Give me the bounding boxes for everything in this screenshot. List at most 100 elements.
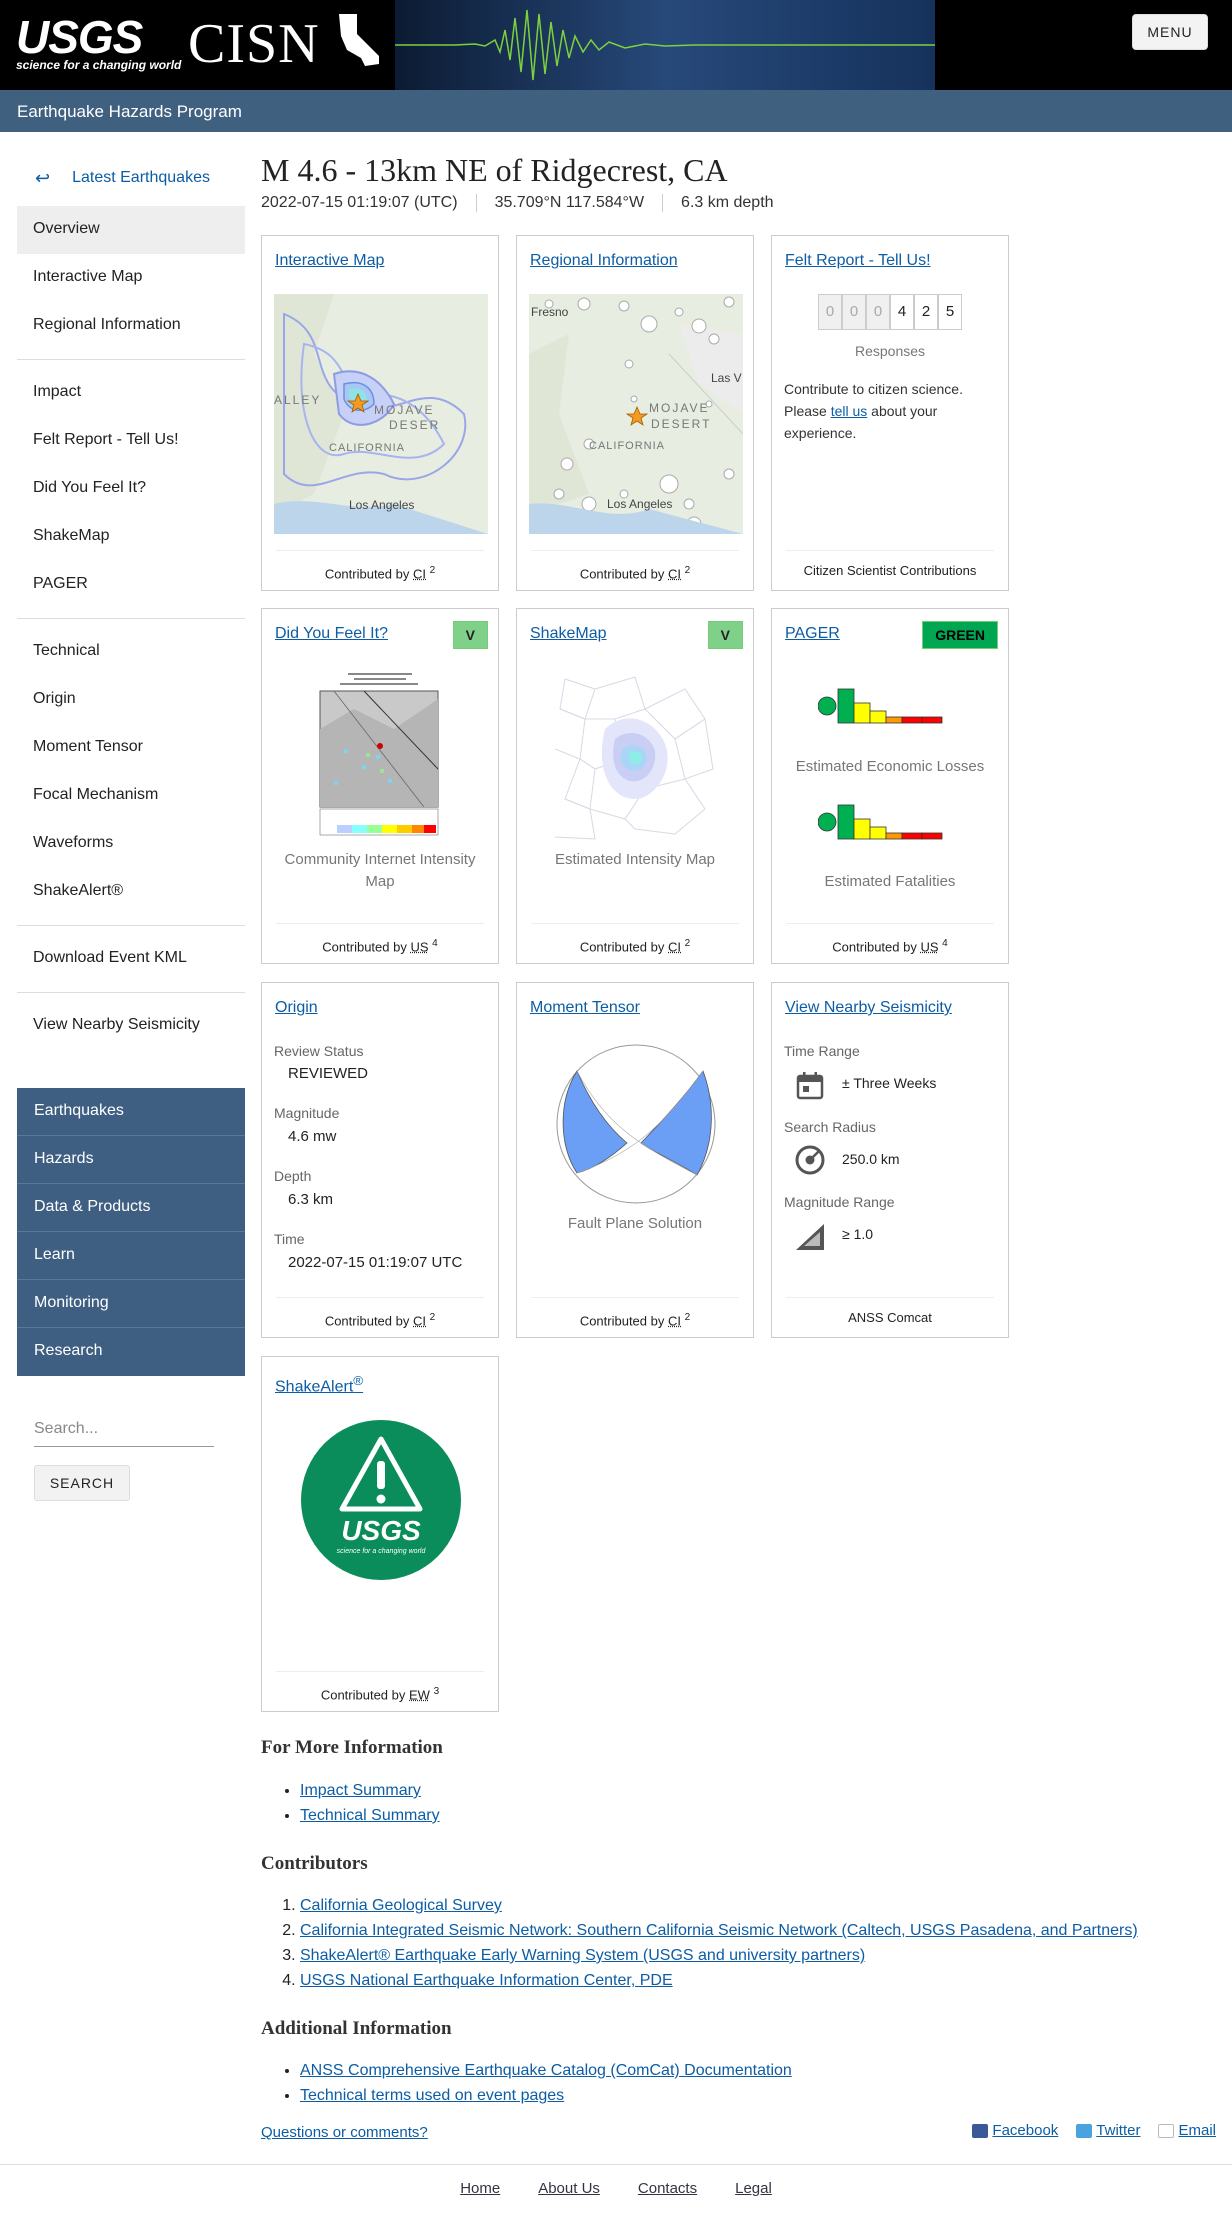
beachball-icon[interactable] xyxy=(555,1043,717,1205)
california-shape-icon xyxy=(338,14,379,66)
network-abbr: CI xyxy=(668,566,681,582)
dyfi-card[interactable]: Did You Feel It? V Community Internet In… xyxy=(261,608,499,964)
shakemap-thumbnail[interactable] xyxy=(555,669,717,841)
contributors-list: California Geological Survey California … xyxy=(300,1893,1138,1993)
questions-link[interactable]: Questions or comments? xyxy=(261,2124,428,2141)
technical-summary-link[interactable]: Technical Summary xyxy=(300,1807,440,1824)
footer-divider xyxy=(0,2164,1232,2165)
shakealert-card[interactable]: ShakeAlert® USGS science for a changing … xyxy=(261,1356,499,1712)
sidebar-item-origin[interactable]: Origin xyxy=(17,676,245,724)
fatalities-chart[interactable] xyxy=(818,795,964,845)
contributor-link[interactable]: California Geological Survey xyxy=(300,1897,502,1914)
map-label: Fresno xyxy=(531,305,569,319)
usgs-logo[interactable]: USGS science for a changing world xyxy=(16,14,181,72)
nav-earthquakes[interactable]: Earthquakes xyxy=(17,1088,245,1136)
sidebar-item-pager[interactable]: PAGER xyxy=(17,561,245,609)
sidebar-item-felt-report[interactable]: Felt Report - Tell Us! xyxy=(17,417,245,465)
sidebar-item-dyfi[interactable]: Did You Feel It? xyxy=(17,465,245,513)
regional-information-link[interactable]: Regional Information xyxy=(530,252,678,270)
shakealert-logo-tagline: science for a changing world xyxy=(337,1548,427,1555)
technical-terms-link[interactable]: Technical terms used on event pages xyxy=(300,2087,564,2104)
sidebar-item-technical[interactable]: Technical xyxy=(17,628,245,676)
nav-data-products[interactable]: Data & Products xyxy=(17,1184,245,1232)
magnitude-range-value: ≥ 1.0 xyxy=(842,1226,874,1242)
footer-about-link[interactable]: About Us xyxy=(538,2180,600,2197)
program-title[interactable]: Earthquake Hazards Program xyxy=(17,102,242,121)
shakemap-link[interactable]: ShakeMap xyxy=(530,625,607,643)
card-footer: Contributed by US 4 xyxy=(786,923,994,963)
site-nav: Earthquakes Hazards Data & Products Lear… xyxy=(17,1088,245,1376)
list-item: Technical terms used on event pages xyxy=(300,2083,792,2108)
sidebar-item-shakemap[interactable]: ShakeMap xyxy=(17,513,245,561)
sidebar-item-download-kml[interactable]: Download Event KML xyxy=(17,935,245,983)
nav-hazards[interactable]: Hazards xyxy=(17,1136,245,1184)
felt-report-link[interactable]: Felt Report - Tell Us! xyxy=(785,252,931,270)
moment-tensor-card[interactable]: Moment Tensor Fault Plane Solution Contr… xyxy=(516,982,754,1338)
sidebar-divider xyxy=(17,925,245,926)
sidebar-item-regional-information[interactable]: Regional Information xyxy=(17,302,245,350)
contrib-label: Contributed by xyxy=(579,939,665,955)
sidebar-item-focal-mechanism[interactable]: Focal Mechanism xyxy=(17,772,245,820)
economic-losses-chart[interactable] xyxy=(818,679,964,729)
nav-learn[interactable]: Learn xyxy=(17,1232,245,1280)
comcat-docs-link[interactable]: ANSS Comprehensive Earthquake Catalog (C… xyxy=(300,2062,792,2079)
sidebar-item-overview[interactable]: Overview xyxy=(17,206,245,254)
tell-us-link[interactable]: tell us xyxy=(831,403,868,419)
sidebar-item-impact[interactable]: Impact xyxy=(17,369,245,417)
nearby-seismicity-link[interactable]: View Nearby Seismicity xyxy=(785,999,952,1017)
cisn-logo[interactable]: CISN xyxy=(188,12,385,76)
intensity-badge: V xyxy=(452,621,488,649)
sidebar-item-interactive-map[interactable]: Interactive Map xyxy=(17,254,245,302)
footer-home-link[interactable]: Home xyxy=(460,2180,500,2197)
interactive-map-link[interactable]: Interactive Map xyxy=(275,252,384,270)
contrib-label: Contributed by xyxy=(579,566,665,582)
list-item: California Integrated Seismic Network: S… xyxy=(300,1918,1138,1943)
sidebar-item-shakealert[interactable]: ShakeAlert® xyxy=(17,868,245,916)
origin-card[interactable]: Origin Review Status REVIEWED Magnitude … xyxy=(261,982,499,1338)
shakealert-link[interactable]: ShakeAlert® xyxy=(275,1373,363,1396)
latest-earthquakes-link[interactable]: ↩ Latest Earthquakes xyxy=(17,150,245,206)
search-button[interactable]: SEARCH xyxy=(34,1465,130,1501)
menu-button[interactable]: MENU xyxy=(1132,14,1208,50)
regional-information-card[interactable]: Regional Information Fresno Las V MOJAVE… xyxy=(516,235,754,591)
contributor-link[interactable]: California Integrated Seismic Network: S… xyxy=(300,1922,1138,1939)
email-link[interactable]: Email xyxy=(1158,2122,1216,2139)
sidebar-item-moment-tensor[interactable]: Moment Tensor xyxy=(17,724,245,772)
pager-link[interactable]: PAGER xyxy=(785,625,840,643)
interactive-map-card[interactable]: Interactive Map ALLEY MOJAVE DESER CALIF… xyxy=(261,235,499,591)
card-footer: Contributed by CI 2 xyxy=(531,1297,739,1337)
interactive-map-thumbnail[interactable]: ALLEY MOJAVE DESER CALIFORNIA Los Angele… xyxy=(274,294,488,534)
contrib-ref: 4 xyxy=(432,938,438,949)
regional-map-thumbnail[interactable]: Fresno Las V MOJAVE DESERT CALIFORNIA Lo… xyxy=(529,294,743,534)
usgs-logo-tagline: science for a changing world xyxy=(16,58,182,72)
shakemap-card[interactable]: ShakeMap V Estimated Intensity Map Contr… xyxy=(516,608,754,964)
card-footer: Contributed by CI 2 xyxy=(276,1297,484,1337)
nearby-seismicity-card[interactable]: View Nearby Seismicity Time Range ± Thre… xyxy=(771,982,1009,1338)
fatalities-caption: Estimated Fatalities xyxy=(824,873,956,890)
sidebar-item-nearby-seismicity[interactable]: View Nearby Seismicity xyxy=(17,1002,245,1050)
facebook-link[interactable]: Facebook xyxy=(972,2122,1058,2139)
pager-card[interactable]: PAGER GREEN Estimated Economic Losses Es… xyxy=(771,608,1009,964)
nav-research[interactable]: Research xyxy=(17,1328,245,1376)
contributor-link[interactable]: USGS National Earthquake Information Cen… xyxy=(300,1972,673,1989)
felt-report-card[interactable]: Felt Report - Tell Us! 0 0 0 4 2 5 Respo… xyxy=(771,235,1009,591)
sidebar-divider xyxy=(17,992,245,993)
footer-contacts-link[interactable]: Contacts xyxy=(638,2180,697,2197)
impact-summary-link[interactable]: Impact Summary xyxy=(300,1782,421,1799)
moment-tensor-link[interactable]: Moment Tensor xyxy=(530,999,640,1017)
back-arrow-icon: ↩ xyxy=(35,167,51,188)
shakealert-logo[interactable]: USGS science for a changing world xyxy=(300,1419,462,1581)
footer-legal-link[interactable]: Legal xyxy=(735,2180,772,2197)
twitter-link[interactable]: Twitter xyxy=(1076,2122,1140,2139)
dyfi-link[interactable]: Did You Feel It? xyxy=(275,625,388,643)
dyfi-map-thumbnail[interactable] xyxy=(314,669,444,839)
seismogram-banner xyxy=(395,0,935,90)
contrib-label: Contributed by xyxy=(324,1313,410,1329)
sidebar-item-waveforms[interactable]: Waveforms xyxy=(17,820,245,868)
origin-link[interactable]: Origin xyxy=(275,999,318,1017)
nav-monitoring[interactable]: Monitoring xyxy=(17,1280,245,1328)
map-label: CALIFORNIA xyxy=(329,442,405,454)
search-input[interactable]: Search... xyxy=(34,1412,214,1447)
shakealert-title: ShakeAlert xyxy=(275,1378,354,1396)
contributor-link[interactable]: ShakeAlert® Earthquake Early Warning Sys… xyxy=(300,1947,865,1964)
